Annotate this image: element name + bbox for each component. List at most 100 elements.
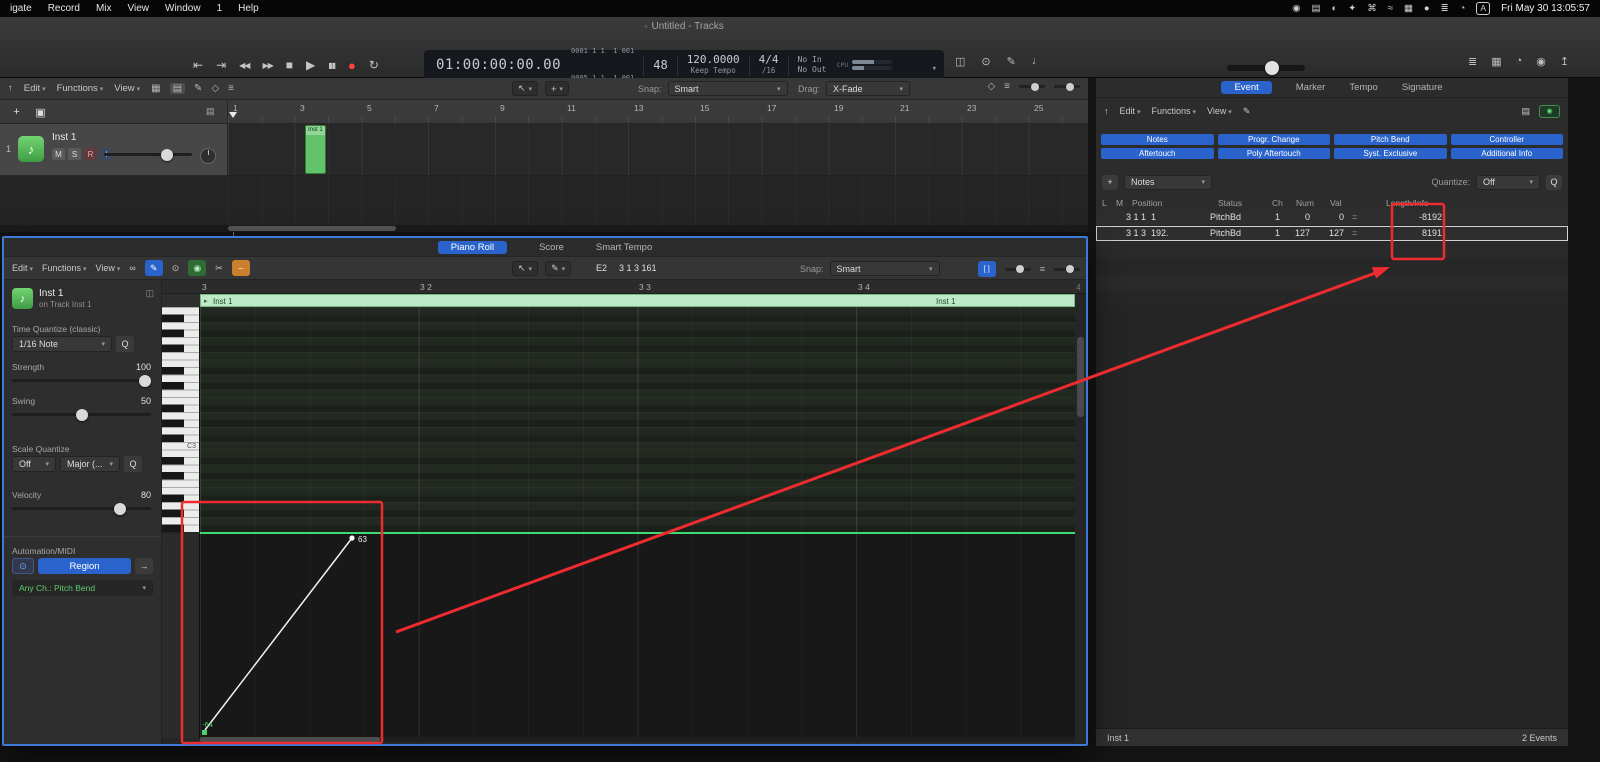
automation-ramp-line[interactable] <box>205 538 352 730</box>
automation-parameter-dropdown[interactable]: Any Ch.: Pitch Bend <box>12 580 153 596</box>
filter-additional-info[interactable]: Additional Info <box>1451 148 1564 159</box>
filter-notes[interactable]: Notes <box>1101 134 1214 145</box>
event-functions-menu[interactable]: Functions <box>1151 106 1196 116</box>
lcd-tempo[interactable]: 120.0000 Keep Tempo <box>687 54 740 76</box>
menu-item-window[interactable]: Window <box>165 3 201 14</box>
solo-button[interactable]: S <box>68 148 81 160</box>
horizontal-zoom-slider[interactable] <box>1054 85 1080 88</box>
midi-in-toggle[interactable]: ◉ <box>1539 105 1560 118</box>
filter-icon[interactable]: ▤ <box>1521 106 1530 117</box>
velocity-value[interactable]: 80 <box>141 490 151 500</box>
note-grid[interactable] <box>200 307 1075 532</box>
col-m[interactable]: M <box>1116 198 1123 208</box>
strength-slider[interactable] <box>12 379 151 382</box>
event-channel[interactable]: 1 <box>1266 228 1280 238</box>
tracks-hscroll-thumb[interactable] <box>228 226 396 231</box>
add-track-button[interactable]: + <box>8 104 25 120</box>
pitch-bend-curve[interactable] <box>200 534 1075 738</box>
vertical-zoom-icon[interactable]: ≡ <box>1004 81 1010 92</box>
tab-smart-tempo[interactable]: Smart Tempo <box>596 242 652 253</box>
time-quantize-dropdown[interactable]: 1/16 Note <box>12 336 112 352</box>
sparkle-icon[interactable]: ✦ <box>1348 3 1356 14</box>
grid-view-icon[interactable]: ▦ <box>151 83 160 94</box>
pr-cmd-tool-picker[interactable]: ✎ <box>545 261 571 276</box>
col-position[interactable]: Position <box>1132 198 1162 208</box>
automation-point-max[interactable] <box>349 535 354 540</box>
duplicate-track-button[interactable]: ▣ <box>32 104 49 120</box>
browser-icon[interactable]: ▦ <box>1491 55 1501 68</box>
hzoom-icon[interactable]: ≡ <box>1040 264 1045 274</box>
event-val[interactable]: 0 <box>1322 212 1344 222</box>
hide-automation-icon[interactable]: ↑ <box>8 83 13 94</box>
record-enable-button[interactable]: R <box>84 148 97 160</box>
shield-icon[interactable]: ◉ <box>1292 3 1300 14</box>
quantize-apply-button[interactable]: Q <box>116 336 134 352</box>
master-volume-slider[interactable] <box>1227 65 1305 71</box>
scissors-icon[interactable]: ✂ <box>215 263 223 274</box>
record-button[interactable]: ● <box>348 58 356 73</box>
inspector-region-name[interactable]: Inst 1 <box>39 288 63 299</box>
event-row-1[interactable]: 3 1 1 1 PitchBd 1 0 0 = -8192 <box>1096 210 1568 226</box>
pr-hzoom-slider[interactable] <box>1054 268 1080 271</box>
tuner-icon[interactable]: ♩ <box>1032 55 1043 68</box>
menu-bar-clock[interactable]: Fri May 30 13:05:57 <box>1501 3 1590 14</box>
filter-controller[interactable]: Controller <box>1451 134 1564 145</box>
list-icon[interactable]: ≣ <box>1441 3 1449 14</box>
inspector-collapse-icon[interactable]: ◫ <box>145 288 154 299</box>
tracks-hscrollbar[interactable] <box>0 225 1088 232</box>
event-view-menu[interactable]: View <box>1207 106 1232 116</box>
col-ch[interactable]: Ch <box>1272 198 1283 208</box>
filter-syst-exclusive[interactable]: Syst. Exclusive <box>1334 148 1447 159</box>
col-l[interactable]: L <box>1102 198 1107 208</box>
col-val[interactable]: Val <box>1330 198 1342 208</box>
filter-poly-aftertouch[interactable]: Poly Aftertouch <box>1218 148 1331 159</box>
track-header[interactable]: 1 ♪ Inst 1 M S R I <box>0 124 228 176</box>
velocity-slider[interactable] <box>12 507 151 510</box>
piano-keyboard[interactable]: C3 <box>162 307 200 532</box>
target-icon[interactable]: ⊙ <box>981 55 990 68</box>
pr-hscroll-thumb[interactable] <box>200 737 380 742</box>
pencil-tool-icon[interactable]: ✎ <box>194 83 202 94</box>
pr-vzoom-slider[interactable] <box>1005 268 1031 271</box>
tab-tempo[interactable]: Tempo <box>1349 82 1378 93</box>
pr-functions-menu[interactable]: Functions <box>42 263 87 273</box>
tracks-view-menu[interactable]: View <box>114 83 140 94</box>
monitor-icon[interactable]: ▤ <box>1312 3 1321 14</box>
pause-button[interactable]: ▮▮ <box>328 61 335 70</box>
goto-begin-button[interactable]: ⇤ <box>193 58 203 72</box>
swing-value[interactable]: 50 <box>141 396 151 406</box>
tracks-functions-menu[interactable]: Functions <box>57 83 104 94</box>
event-type-dropdown[interactable]: Notes <box>1124 175 1212 190</box>
playhead-marker[interactable] <box>229 112 237 118</box>
input-source-badge[interactable]: A <box>1476 2 1490 15</box>
strength-value[interactable]: 100 <box>136 362 151 372</box>
col-status[interactable]: Status <box>1218 198 1242 208</box>
automation-region-button[interactable]: Region <box>38 558 131 574</box>
filter-pitch-bend[interactable]: Pitch Bend <box>1334 134 1447 145</box>
strength-knob[interactable] <box>139 375 151 387</box>
event-position[interactable]: 3 1 3 192. <box>1126 228 1169 238</box>
pr-snap-dropdown[interactable]: Smart <box>830 261 940 276</box>
wifi-icon[interactable]: ≈ <box>1388 3 1393 14</box>
event-val[interactable]: 127 <box>1322 228 1344 238</box>
mute-button[interactable]: M <box>52 148 65 160</box>
left-click-tool-picker[interactable]: ↖ <box>512 81 538 96</box>
scale-apply-button[interactable]: Q <box>124 456 142 472</box>
tab-event[interactable]: Event <box>1221 81 1271 94</box>
event-channel[interactable]: 1 <box>1266 212 1280 222</box>
automation-jump-button[interactable]: → <box>135 558 153 574</box>
share-icon[interactable]: ↥ <box>1560 55 1569 68</box>
lcd-time-signature[interactable]: 4/4 /16 <box>759 54 779 76</box>
tab-signature[interactable]: Signature <box>1402 82 1443 93</box>
menu-item-record[interactable]: Record <box>48 3 80 14</box>
velocity-knob[interactable] <box>114 503 126 515</box>
pr-left-tool-picker[interactable]: ↖ <box>512 261 538 276</box>
goto-end-button[interactable]: ⇥ <box>216 58 226 72</box>
notifications-icon[interactable]: ◔ <box>1516 55 1523 68</box>
list-view-icon[interactable]: ≣ <box>1468 55 1477 68</box>
eraser-tool-icon[interactable]: ≡ <box>228 83 234 94</box>
command-click-tool-picker[interactable]: + <box>545 81 569 96</box>
forward-button[interactable]: ▶▶ <box>262 61 272 70</box>
pr-vscrollbar[interactable] <box>1077 307 1084 532</box>
menu-item-mix[interactable]: Mix <box>96 3 112 14</box>
